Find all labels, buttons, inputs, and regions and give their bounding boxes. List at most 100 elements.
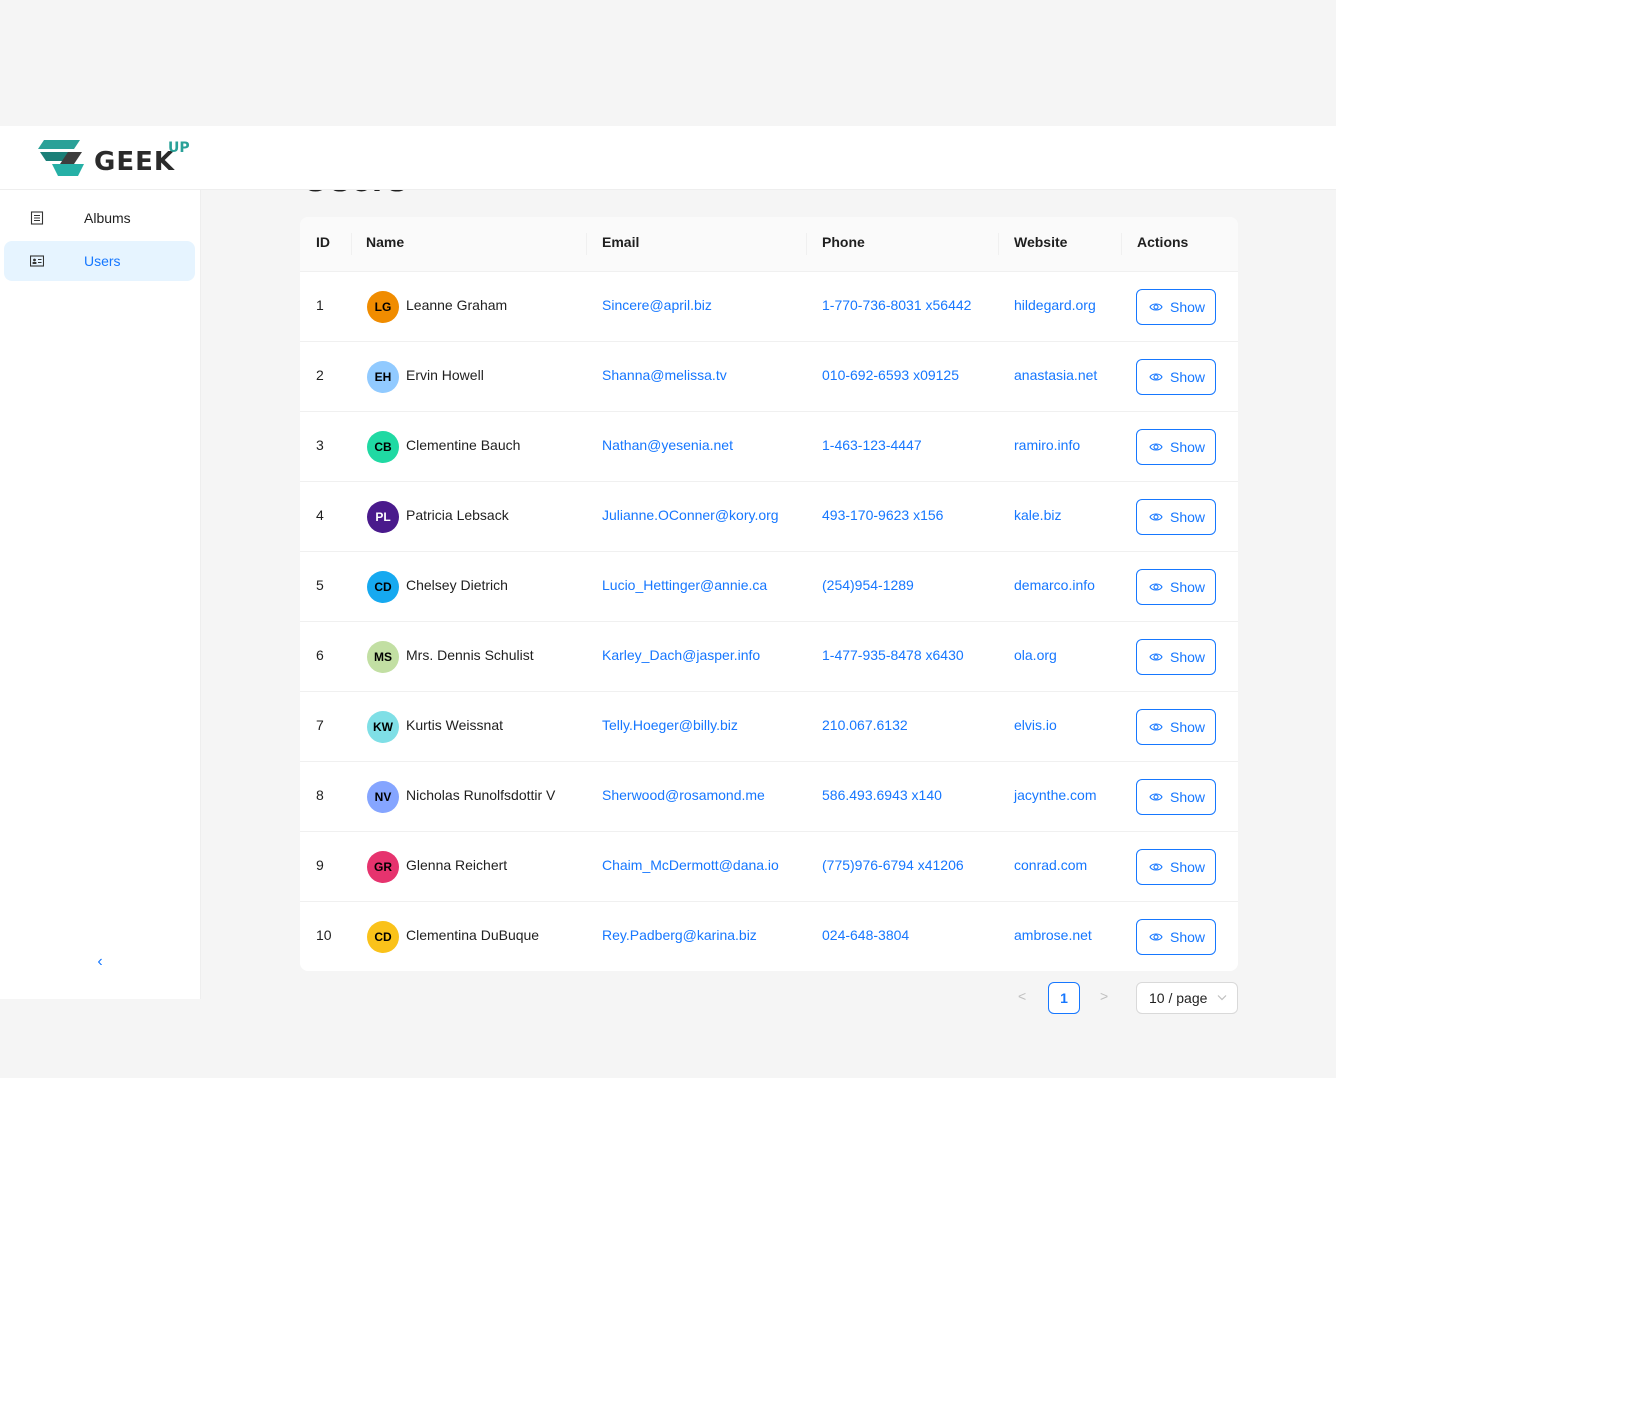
table-row: 4 PL Patricia Lebsack Julianne.OConner@k… bbox=[300, 482, 1238, 552]
column-header-email: Email bbox=[602, 234, 640, 250]
row-email-link[interactable]: Karley_Dach@jasper.info bbox=[602, 647, 760, 663]
brand-logo[interactable]: GEEK UP bbox=[38, 136, 198, 180]
show-button[interactable]: Show bbox=[1136, 849, 1216, 885]
users-table: ID Name Email Phone Website Actions 1 LG… bbox=[300, 217, 1238, 971]
row-id: 5 bbox=[316, 577, 324, 593]
row-phone-link[interactable]: 1-770-736-8031 x56442 bbox=[822, 297, 971, 313]
eye-icon bbox=[1149, 723, 1163, 731]
pagination: < 1 > 10 / page bbox=[1010, 982, 1240, 1014]
show-button[interactable]: Show bbox=[1136, 919, 1216, 955]
pagination-next-button[interactable]: > bbox=[1100, 988, 1108, 1004]
row-website-link[interactable]: demarco.info bbox=[1014, 577, 1095, 593]
row-email-link[interactable]: Rey.Padberg@karina.biz bbox=[602, 927, 757, 943]
row-website-link[interactable]: ramiro.info bbox=[1014, 437, 1080, 453]
row-phone-link[interactable]: 010-692-6593 x09125 bbox=[822, 367, 959, 383]
row-id: 9 bbox=[316, 857, 324, 873]
chevron-down-icon bbox=[1217, 995, 1227, 1001]
avatar: CD bbox=[367, 921, 399, 953]
table-row: 2 EH Ervin Howell Shanna@melissa.tv 010-… bbox=[300, 342, 1238, 412]
show-button-label: Show bbox=[1170, 439, 1206, 455]
eye-icon bbox=[1149, 793, 1163, 801]
row-id: 6 bbox=[316, 647, 324, 663]
column-divider bbox=[351, 233, 352, 255]
row-id: 2 bbox=[316, 367, 324, 383]
row-name: Patricia Lebsack bbox=[406, 507, 509, 523]
row-website-link[interactable]: kale.biz bbox=[1014, 507, 1061, 523]
row-email-link[interactable]: Nathan@yesenia.net bbox=[602, 437, 733, 453]
sidebar-item-users[interactable]: Users bbox=[4, 241, 195, 281]
avatar: CB bbox=[367, 431, 399, 463]
table-row: 9 GR Glenna Reichert Chaim_McDermott@dan… bbox=[300, 832, 1238, 902]
row-website-link[interactable]: elvis.io bbox=[1014, 717, 1057, 733]
row-website-link[interactable]: hildegard.org bbox=[1014, 297, 1096, 313]
row-email-link[interactable]: Telly.Hoeger@billy.biz bbox=[602, 717, 738, 733]
show-button[interactable]: Show bbox=[1136, 639, 1216, 675]
row-phone-link[interactable]: (775)976-6794 x41206 bbox=[822, 857, 964, 873]
show-button-label: Show bbox=[1170, 859, 1206, 875]
pagination-page-button[interactable]: 1 bbox=[1048, 982, 1080, 1014]
row-email-link[interactable]: Lucio_Hettinger@annie.ca bbox=[602, 577, 767, 593]
table-row: 7 KW Kurtis Weissnat Telly.Hoeger@billy.… bbox=[300, 692, 1238, 762]
show-button[interactable]: Show bbox=[1136, 569, 1216, 605]
row-email-link[interactable]: Sincere@april.biz bbox=[602, 297, 712, 313]
brand-name: GEEK bbox=[94, 147, 176, 177]
sidebar-item-label: Users bbox=[84, 253, 121, 269]
row-phone-link[interactable]: (254)954-1289 bbox=[822, 577, 914, 593]
page-size-value: 10 / page bbox=[1149, 990, 1208, 1006]
table-header: ID Name Email Phone Website Actions bbox=[300, 217, 1238, 272]
show-button[interactable]: Show bbox=[1136, 429, 1216, 465]
row-id: 10 bbox=[316, 927, 332, 943]
row-name: Glenna Reichert bbox=[406, 857, 508, 873]
eye-icon bbox=[1149, 443, 1163, 451]
show-button-label: Show bbox=[1170, 929, 1206, 945]
row-name: Mrs. Dennis Schulist bbox=[406, 647, 534, 663]
sidebar-item-albums[interactable]: Albums bbox=[4, 198, 195, 238]
avatar: MS bbox=[367, 641, 399, 673]
row-website-link[interactable]: conrad.com bbox=[1014, 857, 1087, 873]
row-website-link[interactable]: ola.org bbox=[1014, 647, 1057, 663]
eye-icon bbox=[1149, 373, 1163, 381]
app-header: GEEK UP bbox=[0, 126, 1336, 190]
row-id: 7 bbox=[316, 717, 324, 733]
show-button[interactable]: Show bbox=[1136, 289, 1216, 325]
show-button[interactable]: Show bbox=[1136, 709, 1216, 745]
row-website-link[interactable]: anastasia.net bbox=[1014, 367, 1097, 383]
table-row: 8 NV Nicholas Runolfsdottir V Sherwood@r… bbox=[300, 762, 1238, 832]
row-email-link[interactable]: Shanna@melissa.tv bbox=[602, 367, 727, 383]
show-button-label: Show bbox=[1170, 509, 1206, 525]
show-button[interactable]: Show bbox=[1136, 359, 1216, 395]
show-button[interactable]: Show bbox=[1136, 499, 1216, 535]
row-email-link[interactable]: Chaim_McDermott@dana.io bbox=[602, 857, 779, 873]
page-size-select[interactable]: 10 / page bbox=[1136, 982, 1238, 1014]
row-website-link[interactable]: jacynthe.com bbox=[1014, 787, 1096, 803]
avatar: PL bbox=[367, 501, 399, 533]
row-phone-link[interactable]: 024-648-3804 bbox=[822, 927, 909, 943]
table-body: 1 LG Leanne Graham Sincere@april.biz 1-7… bbox=[300, 272, 1238, 971]
row-website-link[interactable]: ambrose.net bbox=[1014, 927, 1092, 943]
show-button-label: Show bbox=[1170, 719, 1206, 735]
show-button-label: Show bbox=[1170, 789, 1206, 805]
row-email-link[interactable]: Sherwood@rosamond.me bbox=[602, 787, 765, 803]
show-button-label: Show bbox=[1170, 649, 1206, 665]
show-button[interactable]: Show bbox=[1136, 779, 1216, 815]
row-phone-link[interactable]: 210.067.6132 bbox=[822, 717, 908, 733]
column-header-actions: Actions bbox=[1137, 234, 1189, 250]
show-button-label: Show bbox=[1170, 369, 1206, 385]
column-header-phone: Phone bbox=[822, 234, 865, 250]
eye-icon bbox=[1149, 513, 1163, 521]
pagination-prev-button[interactable]: < bbox=[1018, 988, 1026, 1004]
brand-mark-icon bbox=[38, 140, 84, 176]
row-phone-link[interactable]: 1-463-123-4447 bbox=[822, 437, 922, 453]
row-email-link[interactable]: Julianne.OConner@kory.org bbox=[602, 507, 779, 523]
brand-superscript: UP bbox=[168, 140, 190, 156]
row-phone-link[interactable]: 586.493.6943 x140 bbox=[822, 787, 942, 803]
collapse-chevron-icon[interactable]: ‹ bbox=[90, 952, 110, 972]
list-icon bbox=[30, 211, 44, 225]
id-card-icon bbox=[30, 255, 44, 267]
eye-icon bbox=[1149, 583, 1163, 591]
avatar: CD bbox=[367, 571, 399, 603]
row-phone-link[interactable]: 1-477-935-8478 x6430 bbox=[822, 647, 964, 663]
eye-icon bbox=[1149, 653, 1163, 661]
row-phone-link[interactable]: 493-170-9623 x156 bbox=[822, 507, 943, 523]
row-name: Chelsey Dietrich bbox=[406, 577, 508, 593]
